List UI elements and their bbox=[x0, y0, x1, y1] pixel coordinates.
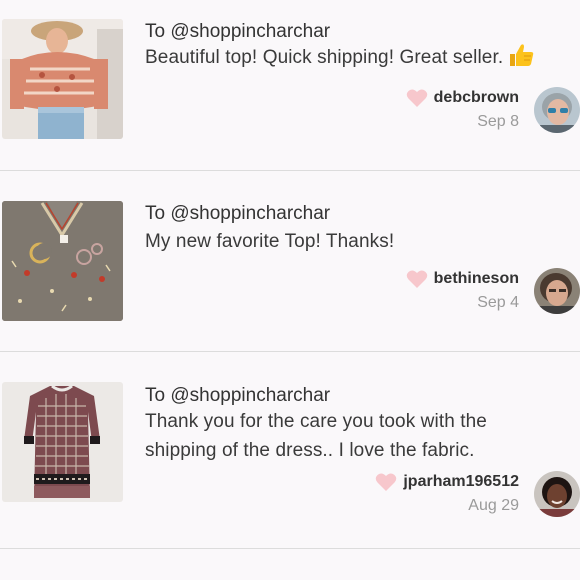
avatar[interactable] bbox=[534, 87, 580, 133]
review-feed: To @shoppincharchar Beautiful top! Quick… bbox=[0, 0, 580, 580]
review-text: My new favorite Top! Thanks! bbox=[145, 231, 395, 252]
review-date: Sep 4 bbox=[477, 294, 519, 311]
recipient-label: To @shoppincharchar bbox=[145, 385, 331, 406]
author-row: bethineson bbox=[406, 267, 519, 291]
author-username[interactable]: bethineson bbox=[434, 270, 519, 288]
author-username[interactable]: jparham196512 bbox=[403, 473, 519, 491]
review-text: Thank you for the care you took with the… bbox=[145, 411, 487, 461]
heart-icon[interactable] bbox=[375, 472, 397, 492]
author-row: debcbrown bbox=[406, 86, 519, 110]
recipient-label: To @shoppincharchar bbox=[145, 21, 331, 42]
divider bbox=[0, 548, 580, 549]
thumbs-up-icon bbox=[507, 41, 535, 69]
author-username[interactable]: debcbrown bbox=[434, 89, 519, 107]
listing-thumbnail[interactable] bbox=[2, 19, 123, 139]
review-date: Aug 29 bbox=[468, 497, 519, 514]
review-message: My new favorite Top! Thanks! bbox=[145, 227, 545, 256]
listing-thumbnail[interactable] bbox=[2, 382, 123, 502]
divider bbox=[0, 170, 580, 171]
divider bbox=[0, 351, 580, 352]
review-text: Beautiful top! Quick shipping! Great sel… bbox=[145, 47, 504, 68]
dress-photo bbox=[2, 382, 123, 502]
boho-top-photo bbox=[2, 19, 123, 139]
review-date: Sep 8 bbox=[477, 113, 519, 130]
author-row: jparham196512 bbox=[375, 470, 519, 494]
heart-icon[interactable] bbox=[406, 269, 428, 289]
recipient-label: To @shoppincharchar bbox=[145, 203, 331, 224]
embroidered-top-photo bbox=[2, 201, 123, 321]
review-message: Thank you for the care you took with the… bbox=[145, 407, 530, 465]
heart-icon[interactable] bbox=[406, 88, 428, 108]
avatar[interactable] bbox=[534, 471, 580, 517]
listing-thumbnail[interactable] bbox=[2, 201, 123, 321]
review-message: Beautiful top! Quick shipping! Great sel… bbox=[145, 43, 545, 72]
avatar[interactable] bbox=[534, 268, 580, 314]
